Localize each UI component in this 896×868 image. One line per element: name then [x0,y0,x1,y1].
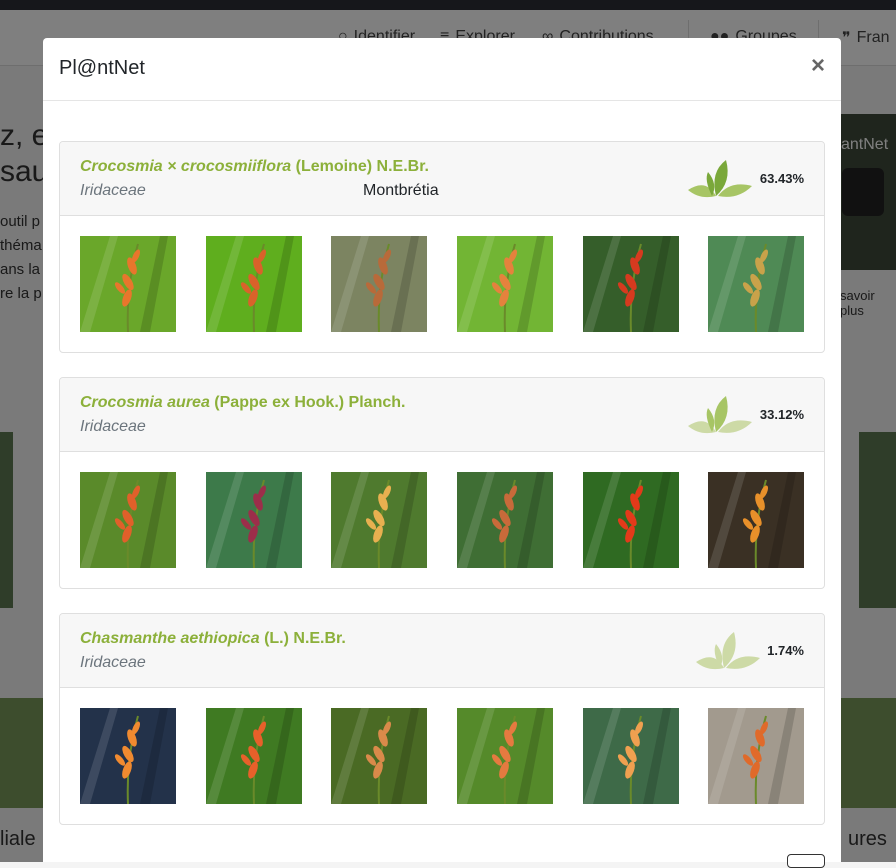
footer-button[interactable] [787,854,825,868]
species-name[interactable]: Crocosmia aurea (Pappe ex Hook.) Planch. [80,394,405,412]
plant-photo-icon [457,472,553,568]
plant-photo-icon [583,236,679,332]
plant-photo-icon [80,236,176,332]
species-image-thumbnail[interactable] [457,708,553,804]
species-image-thumbnail[interactable] [80,236,176,332]
plant-photo-icon [206,708,302,804]
plant-photo-icon [708,472,804,568]
score-leaf-icon [688,160,752,198]
species-images [60,688,824,824]
species-binomial: Crocosmia aurea [80,394,210,411]
plant-photo-icon [80,708,176,804]
plant-photo-icon [80,472,176,568]
close-button[interactable]: × [811,52,825,80]
species-image-thumbnail[interactable] [457,236,553,332]
species-header: Crocosmia × crocosmiiflora (Lemoine) N.E… [60,142,824,216]
species-author: (Pappe ex Hook.) Planch. [214,394,406,411]
confidence-score: 63.43% [759,171,804,186]
species-family: Iridaceae [80,654,146,671]
species-image-thumbnail[interactable] [206,472,302,568]
species-family: Iridaceae [80,182,146,199]
score-leaf-icon [696,632,760,670]
species-image-thumbnail[interactable] [331,472,427,568]
confidence-score: 33.12% [759,407,804,422]
species-image-thumbnail[interactable] [457,472,553,568]
species-author: (L.) N.E.Br. [264,630,346,647]
species-image-thumbnail[interactable] [206,708,302,804]
modal-body: Crocosmia × crocosmiiflora (Lemoine) N.E… [43,101,841,825]
plant-photo-icon [331,472,427,568]
plant-photo-icon [206,472,302,568]
species-header: Crocosmia aurea (Pappe ex Hook.) Planch.… [60,378,824,452]
species-result-card[interactable]: Crocosmia aurea (Pappe ex Hook.) Planch.… [59,377,825,589]
plant-photo-icon [583,708,679,804]
results-modal: Pl@ntNet × Crocosmia × crocosmiiflora (L… [43,38,841,862]
species-image-thumbnail[interactable] [331,708,427,804]
species-image-thumbnail[interactable] [80,708,176,804]
species-image-thumbnail[interactable] [708,472,804,568]
plant-photo-icon [708,236,804,332]
plant-photo-icon [457,236,553,332]
species-name[interactable]: Crocosmia × crocosmiiflora (Lemoine) N.E… [80,158,429,176]
species-result-card[interactable]: Chasmanthe aethiopica (L.) N.E.Br. Irida… [59,613,825,825]
plant-photo-icon [331,708,427,804]
species-author: (Lemoine) N.E.Br. [295,158,429,175]
species-header: Chasmanthe aethiopica (L.) N.E.Br. Irida… [60,614,824,688]
score-leaf-icon [688,396,752,434]
plant-photo-icon [331,236,427,332]
plant-photo-icon [206,236,302,332]
modal-header: Pl@ntNet × [43,38,841,101]
species-name[interactable]: Chasmanthe aethiopica (L.) N.E.Br. [80,630,346,648]
species-family: Iridaceae [80,418,146,435]
species-image-thumbnail[interactable] [583,472,679,568]
species-images [60,216,824,352]
species-image-thumbnail[interactable] [708,236,804,332]
species-image-thumbnail[interactable] [331,236,427,332]
modal-title: Pl@ntNet [59,57,145,79]
species-image-thumbnail[interactable] [708,708,804,804]
species-image-thumbnail[interactable] [80,472,176,568]
species-images [60,452,824,588]
species-result-card[interactable]: Crocosmia × crocosmiiflora (Lemoine) N.E… [59,141,825,353]
confidence-score: 1.74% [767,643,804,658]
plant-photo-icon [457,708,553,804]
species-common-name: Montbrétia [363,182,439,199]
plant-photo-icon [708,708,804,804]
species-image-thumbnail[interactable] [583,236,679,332]
species-binomial: Crocosmia × crocosmiiflora [80,158,292,175]
species-binomial: Chasmanthe aethiopica [80,630,260,647]
species-image-thumbnail[interactable] [206,236,302,332]
species-image-thumbnail[interactable] [583,708,679,804]
plant-photo-icon [583,472,679,568]
